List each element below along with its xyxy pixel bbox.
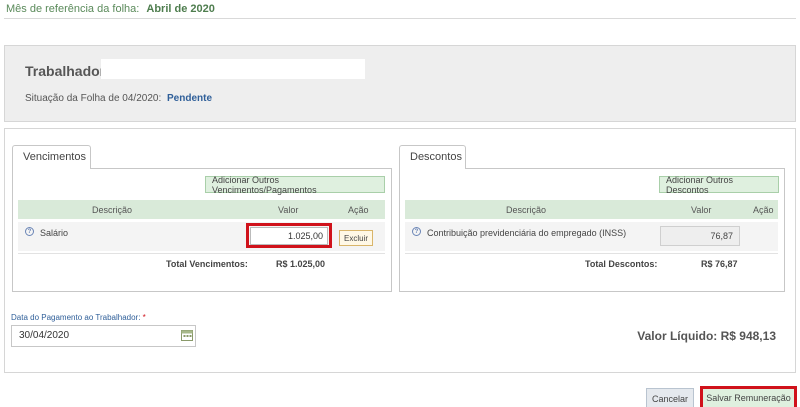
column-descricao: Descrição [506,205,547,215]
reference-value: Abril de 2020 [146,3,215,15]
help-icon[interactable]: ? [25,227,34,236]
net-value: Valor Líquido: R$ 948,13 [637,329,776,343]
column-descricao: Descrição [92,205,133,215]
worker-name [101,59,365,79]
add-vencimentos-button[interactable]: Adicionar Outros Vencimentos/Pagamentos [205,175,385,195]
calendar-icon[interactable] [181,329,193,341]
payment-date-label-text: Data do Pagamento ao Trabalhador: [11,313,141,322]
tab-descontos[interactable]: Descontos [399,145,466,169]
total-descontos-label: Total Descontos: [585,259,658,269]
status-label: Situação da Folha de 04/2020: [25,93,162,104]
reference-month: Mês de referência da folha: Abril de 202… [6,3,215,15]
divider [4,18,796,19]
cancel-button[interactable]: Cancelar [646,388,694,407]
descontos-table-header: Descrição Valor Ação [405,200,778,219]
vencimentos-total-row: Total Vencimentos: R$ 1.025,00 [18,253,385,273]
payroll-status: Situação da Folha de 04/2020: Pendente [25,93,212,104]
column-acao: Ação [348,205,369,215]
salario-value-input[interactable]: 1.025,00 [250,227,328,245]
descontos-total-row: Total Descontos: R$ 76,87 [405,253,778,273]
required-mark: * [142,313,146,322]
net-value-amount: R$ 948,13 [720,329,776,343]
payment-date-label: Data do Pagamento ao Trabalhador: * [11,313,146,322]
inss-value-field: 76,87 [660,226,740,246]
column-acao: Ação [753,205,774,215]
worker-panel: Trabalhador: Situação da Folha de 04/202… [4,45,796,122]
add-descontos-button[interactable]: Adicionar Outros Descontos [659,175,779,195]
column-valor: Valor [278,205,299,215]
row-description: Contribuição previdenciária do empregado… [427,228,627,238]
payment-date-input[interactable]: 30/04/2020 [11,325,196,347]
total-vencimentos-value: R$ 1.025,00 [276,259,326,269]
vencimentos-table-header: Descrição Valor Ação [18,200,385,219]
tab-vencimentos[interactable]: Vencimentos [12,145,91,169]
total-descontos-value: R$ 76,87 [701,259,738,269]
excluir-button[interactable]: Excluir [339,230,373,246]
reference-label: Mês de referência da folha: [6,3,140,15]
total-vencimentos-label: Total Vencimentos: [166,259,248,269]
status-value: Pendente [167,93,213,104]
column-valor: Valor [691,205,712,215]
worker-label: Trabalhador: [25,63,110,79]
save-remuneration-button[interactable]: Salvar Remuneração [700,386,797,407]
net-value-label: Valor Líquido: [637,329,718,343]
help-icon[interactable]: ? [412,227,421,236]
row-description: Salário [40,228,69,238]
